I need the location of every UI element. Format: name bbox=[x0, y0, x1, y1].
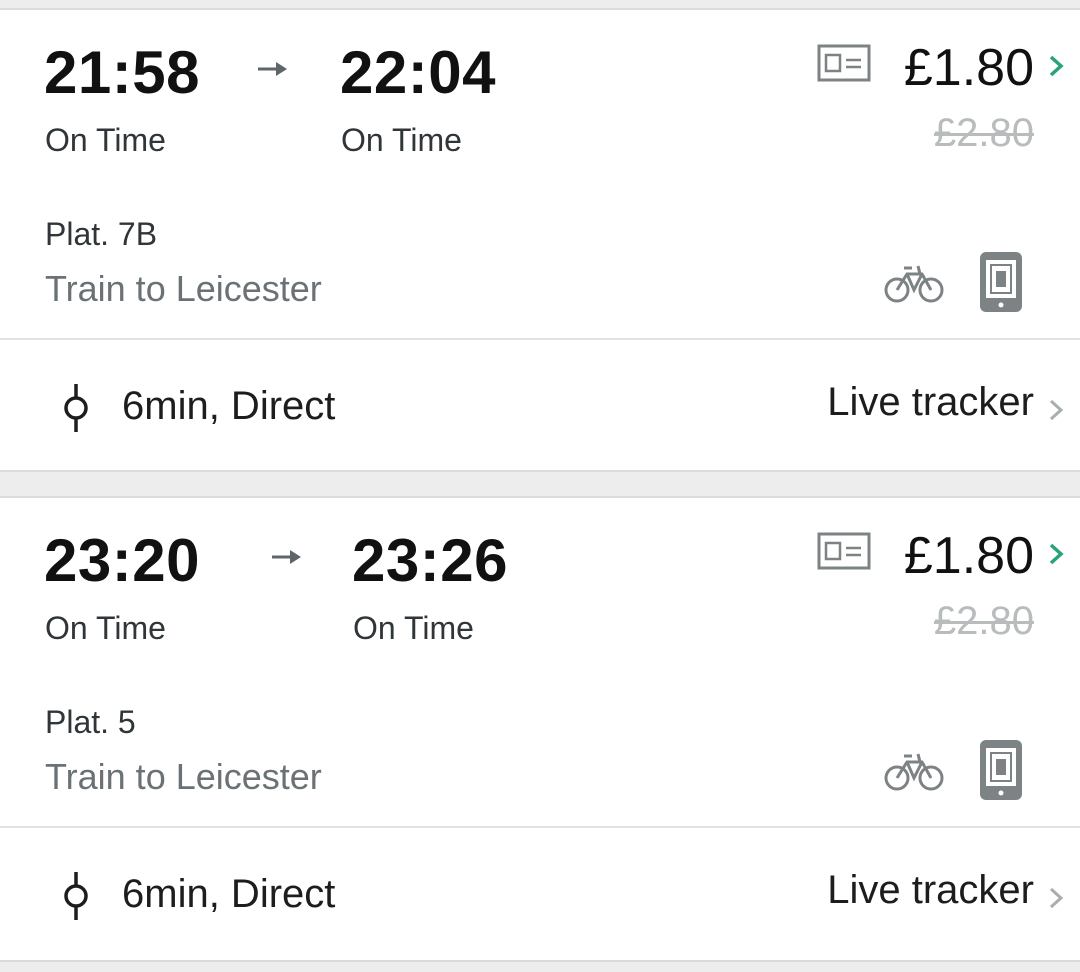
journey-duration: 6min, Direct bbox=[122, 384, 336, 428]
journey-card: 21:58 22:04 On Time On Time £1.80 £2.80 … bbox=[0, 8, 1080, 472]
route-stop-icon bbox=[64, 872, 88, 920]
journey-summary[interactable]: 23:20 23:26 On Time On Time £1.80 £2.80 … bbox=[0, 498, 1080, 826]
arrival-time: 23:26 bbox=[352, 527, 508, 594]
mobile-ticket-icon bbox=[980, 252, 1022, 312]
route-stop-icon bbox=[64, 384, 88, 432]
chevron-right-icon[interactable] bbox=[1046, 52, 1066, 80]
arrival-status: On Time bbox=[341, 122, 462, 158]
platform-label: Plat. 5 bbox=[45, 704, 136, 740]
platform-label: Plat. 7B bbox=[45, 216, 158, 252]
journey-duration: 6min, Direct bbox=[122, 872, 336, 916]
live-tracker-link[interactable]: Live tracker bbox=[827, 380, 1034, 425]
journey-results-list: 21:58 22:04 On Time On Time £1.80 £2.80 … bbox=[0, 0, 1080, 972]
journey-card: 23:20 23:26 On Time On Time £1.80 £2.80 … bbox=[0, 496, 1080, 962]
departure-status: On Time bbox=[45, 122, 166, 158]
chevron-right-icon[interactable] bbox=[1046, 884, 1066, 912]
service-destination: Train to Leicester bbox=[45, 268, 322, 309]
ticket-icon bbox=[817, 44, 871, 82]
arrow-right-icon bbox=[272, 550, 301, 564]
arrival-time: 22:04 bbox=[340, 39, 496, 106]
journey-summary[interactable]: 21:58 22:04 On Time On Time £1.80 £2.80 … bbox=[0, 10, 1080, 338]
arrival-status: On Time bbox=[353, 610, 474, 646]
journey-details-row: 6min, Direct Live tracker bbox=[0, 828, 1080, 960]
bicycle-icon bbox=[884, 753, 944, 791]
mobile-ticket-icon bbox=[980, 740, 1022, 800]
ticket-icon bbox=[817, 532, 871, 570]
bicycle-icon bbox=[884, 265, 944, 303]
ticket-price: £1.80 bbox=[903, 527, 1034, 585]
live-tracker-link[interactable]: Live tracker bbox=[827, 868, 1034, 913]
arrow-right-icon bbox=[258, 62, 287, 76]
journey-details-row: 6min, Direct Live tracker bbox=[0, 340, 1080, 472]
departure-status: On Time bbox=[45, 610, 166, 646]
departure-time: 23:20 bbox=[44, 527, 200, 594]
original-price: £2.80 bbox=[933, 599, 1034, 643]
original-price: £2.80 bbox=[933, 111, 1034, 155]
departure-time: 21:58 bbox=[44, 39, 200, 106]
ticket-price: £1.80 bbox=[903, 39, 1034, 97]
chevron-right-icon[interactable] bbox=[1046, 396, 1066, 424]
chevron-right-icon[interactable] bbox=[1046, 540, 1066, 568]
service-destination: Train to Leicester bbox=[45, 756, 322, 797]
